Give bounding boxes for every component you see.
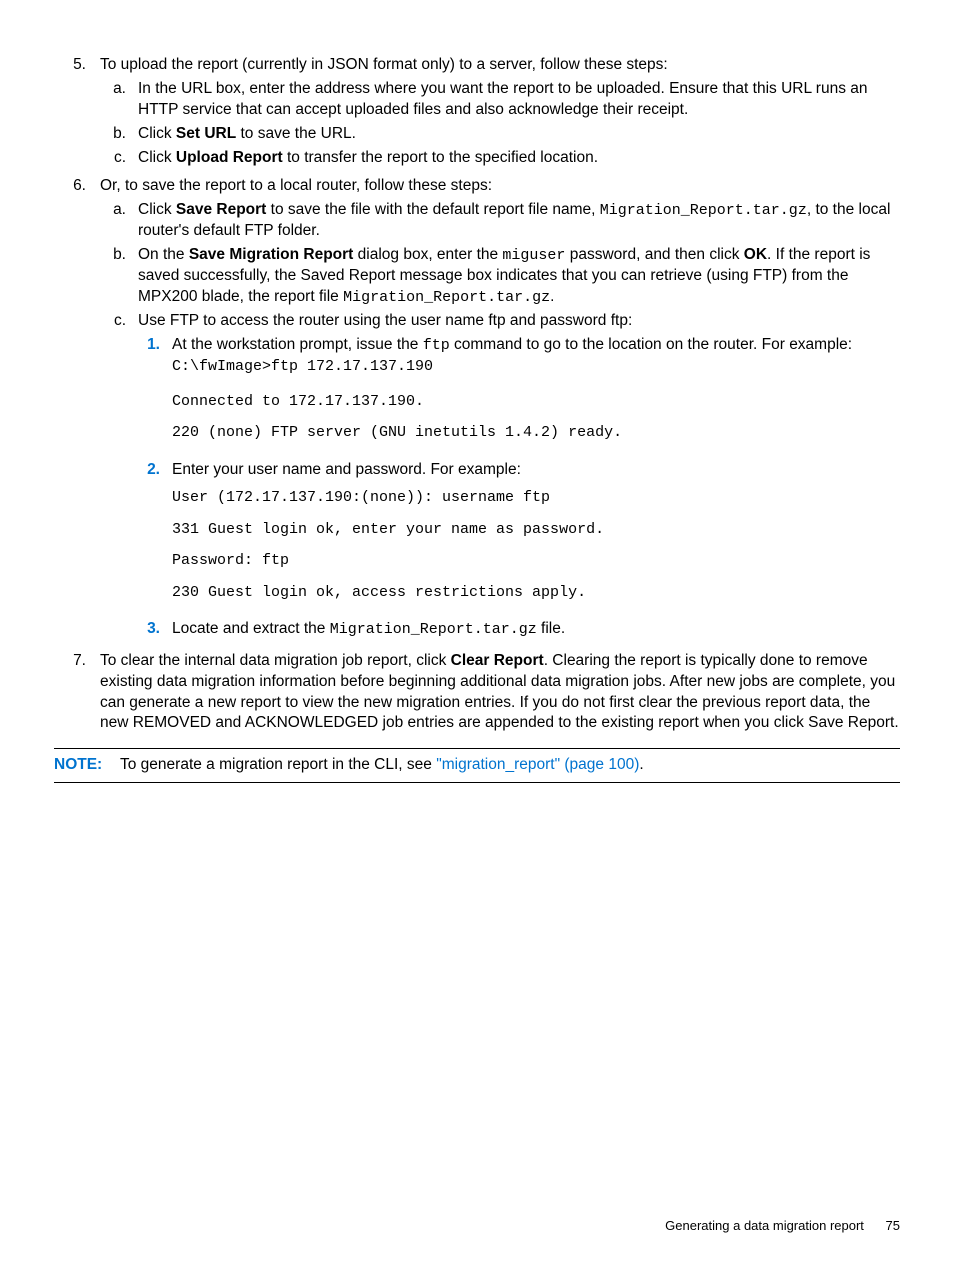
step-5b-pre: Click xyxy=(138,125,176,142)
step-6c-2-number: 2. xyxy=(138,460,172,617)
step-6c-text: Use FTP to access the router using the u… xyxy=(138,312,632,329)
step-5b: b. Click Set URL to save the URL. xyxy=(100,124,900,145)
step-6c-1: 1. At the workstation prompt, issue the … xyxy=(138,335,900,457)
step-5-number: 5. xyxy=(54,55,100,172)
step-6-text: Or, to save the report to a local router… xyxy=(100,177,492,194)
step-5b-number: b. xyxy=(100,124,138,145)
step-7: 7. To clear the internal data migration … xyxy=(54,651,900,735)
step-6b-t2: dialog box, enter the xyxy=(353,246,502,263)
step-6b-b2: OK xyxy=(744,246,767,263)
step-6c-number: c. xyxy=(100,311,138,644)
step-6b: b. On the Save Migration Report dialog b… xyxy=(100,245,900,308)
note-link[interactable]: "migration_report" (page 100) xyxy=(436,756,639,773)
step-6c-2-t1: Enter your user name and password. For e… xyxy=(172,461,521,478)
step-6c-3-t1: Locate and extract the xyxy=(172,620,330,637)
step-7-number: 7. xyxy=(54,651,100,735)
step-6a-l1pre: Click xyxy=(138,201,176,218)
step-6c-1-number: 1. xyxy=(138,335,172,457)
step-7-b1: Clear Report xyxy=(451,652,544,669)
step-6b-b1: Save Migration Report xyxy=(189,246,354,263)
step-6c-1-t2: command to go to the location on the rou… xyxy=(450,336,852,353)
step-6c-1-m1: ftp xyxy=(423,337,450,354)
ordered-list-main: 5. To upload the report (currently in JS… xyxy=(54,55,900,734)
step-6a-l1post: to save the file with the default report… xyxy=(266,201,599,218)
step-6a-l2mono: Migration_Report.tar.gz xyxy=(600,202,807,219)
step-5a-text: In the URL box, enter the address where … xyxy=(138,79,900,121)
step-5b-post: to save the URL. xyxy=(236,125,356,142)
step-5a-number: a. xyxy=(100,79,138,121)
step-5c-post: to transfer the report to the specified … xyxy=(283,149,598,166)
step-6a-l1bold: Save Report xyxy=(176,201,266,218)
step-5b-bold: Set URL xyxy=(176,125,236,142)
step-5a: a. In the URL box, enter the address whe… xyxy=(100,79,900,121)
step-6c-1-t1: At the workstation prompt, issue the xyxy=(172,336,423,353)
step-6-number: 6. xyxy=(54,176,100,647)
step-6b-t5: . xyxy=(550,288,554,305)
step-5-text: To upload the report (currently in JSON … xyxy=(100,56,668,73)
step-5: 5. To upload the report (currently in JS… xyxy=(54,55,900,172)
step-6b-t3: password, and then click xyxy=(565,246,743,263)
step-7-t1: To clear the internal data migration job… xyxy=(100,652,451,669)
note-label: NOTE: xyxy=(54,755,120,776)
step-6b-number: b. xyxy=(100,245,138,308)
step-6c-3-m1: Migration_Report.tar.gz xyxy=(330,621,537,638)
step-6c-3-number: 3. xyxy=(138,619,172,640)
step-6c-2-pre: User (172.17.137.190:(none)): username f… xyxy=(172,482,900,608)
step-5c: c. Click Upload Report to transfer the r… xyxy=(100,148,900,169)
footer-title: Generating a data migration report xyxy=(665,1218,864,1233)
step-6c-3: 3. Locate and extract the Migration_Repo… xyxy=(138,619,900,640)
step-6b-m1: miguser xyxy=(502,247,565,264)
step-6c-1-pre: Connected to 172.17.137.190. 220 (none) … xyxy=(172,386,900,449)
step-6c: c. Use FTP to access the router using th… xyxy=(100,311,900,644)
step-6c-3-t2: file. xyxy=(537,620,565,637)
footer-page: 75 xyxy=(886,1218,900,1233)
step-6b-m2: Migration_Report.tar.gz xyxy=(343,289,550,306)
page-footer: Generating a data migration report 75 xyxy=(665,1217,900,1235)
note-box: NOTE: To generate a migration report in … xyxy=(54,748,900,783)
step-6: 6. Or, to save the report to a local rou… xyxy=(54,176,900,647)
step-6a-number: a. xyxy=(100,200,138,242)
step-6a: a. Click Save Report to save the file wi… xyxy=(100,200,900,242)
step-5c-number: c. xyxy=(100,148,138,169)
note-t2: . xyxy=(639,756,643,773)
step-6c-1-m2: C:\fwImage>ftp 172.17.137.190 xyxy=(172,358,433,375)
step-5c-bold: Upload Report xyxy=(176,149,283,166)
step-5c-pre: Click xyxy=(138,149,176,166)
step-6b-t1: On the xyxy=(138,246,189,263)
step-6c-2: 2. Enter your user name and password. Fo… xyxy=(138,460,900,617)
note-t1: To generate a migration report in the CL… xyxy=(120,756,436,773)
